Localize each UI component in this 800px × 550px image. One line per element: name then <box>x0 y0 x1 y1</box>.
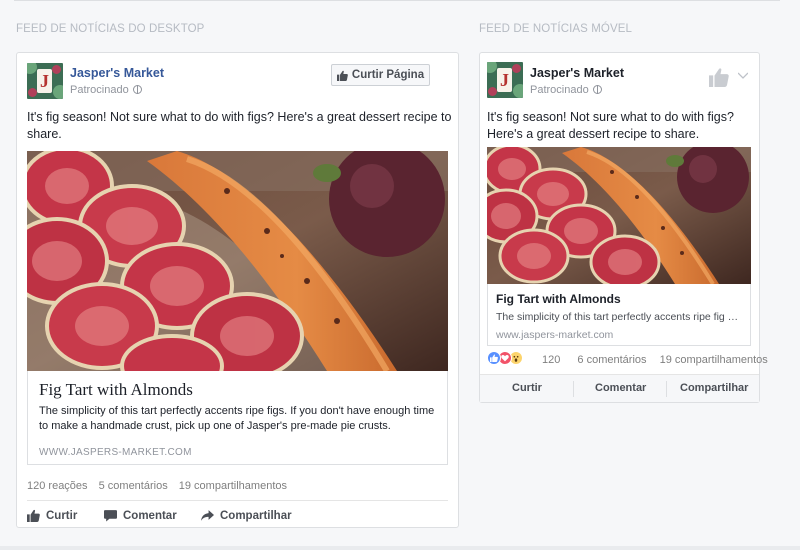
top-divider <box>14 0 780 1</box>
link-description: The simplicity of this tart perfectly ac… <box>39 405 435 432</box>
link-image[interactable] <box>487 147 751 284</box>
like-label: Curtir <box>46 509 78 522</box>
bottom-divider <box>0 546 800 550</box>
link-image[interactable] <box>27 151 448 371</box>
comment-button[interactable]: Comentar <box>104 509 177 522</box>
share-button[interactable]: Compartilhar <box>680 382 748 394</box>
shares-count[interactable]: 19 compartilhamentos <box>179 480 287 492</box>
mobile-actions-bar: Curtir Comentar Compartilhar <box>480 374 759 402</box>
sponsored-text: Patrocinado <box>70 84 129 96</box>
sponsored-label: Patrocinado <box>530 84 602 96</box>
post-stats: 120 6 comentários 19 compartilhamentos <box>542 354 776 366</box>
link-description: The simplicity of this tart perfectly ac… <box>496 311 739 323</box>
comment-button[interactable]: Comentar <box>595 382 646 394</box>
comment-label: Comentar <box>123 509 177 522</box>
page-avatar[interactable]: J <box>487 62 523 98</box>
desktop-feed-label: FEED DE NOTÍCIAS DO DESKTOP <box>16 23 205 35</box>
link-preview[interactable]: Fig Tart with Almonds The simplicity of … <box>27 371 448 465</box>
mobile-feed-label: FEED DE NOTÍCIAS MÓVEL <box>479 23 633 35</box>
thumbs-up-icon[interactable] <box>709 67 729 87</box>
page-name-link[interactable]: Jasper's Market <box>530 66 624 80</box>
link-title[interactable]: Fig Tart with Almonds <box>39 380 193 400</box>
post-text: It's fig season! Not sure what to do wit… <box>27 110 452 141</box>
link-domain: www.jaspers-market.com <box>496 329 614 341</box>
share-button[interactable]: Compartilhar <box>201 509 292 522</box>
chevron-down-icon[interactable] <box>737 67 749 79</box>
post-stats: 120 reações 5 comentários 19 compartilha… <box>27 480 295 492</box>
like-page-button[interactable]: Curtir Página <box>331 64 430 86</box>
comments-count[interactable]: 5 comentários <box>99 480 168 492</box>
thumbs-up-icon <box>336 70 348 81</box>
actions-separator <box>573 381 574 397</box>
page-name-link[interactable]: Jasper's Market <box>70 66 164 80</box>
actions-divider <box>27 500 448 501</box>
thumbs-up-icon <box>27 509 40 522</box>
comment-icon <box>104 509 117 522</box>
desktop-post-card: J Jasper's Market Patrocinado Curtir Pág… <box>16 52 459 528</box>
link-title[interactable]: Fig Tart with Almonds <box>496 292 621 306</box>
link-preview[interactable]: Fig Tart with Almonds The simplicity of … <box>487 284 751 346</box>
like-button[interactable]: Curtir <box>512 382 542 394</box>
like-reaction-icon <box>487 351 501 365</box>
reactions-count[interactable]: 120 <box>542 354 560 366</box>
actions-separator <box>666 381 667 397</box>
mobile-post-card: J Jasper's Market Patrocinado It's fig s… <box>479 52 768 403</box>
link-domain: WWW.JASPERS-MARKET.COM <box>39 447 192 458</box>
like-page-label: Curtir Página <box>351 69 425 81</box>
reaction-icons[interactable] <box>487 351 537 367</box>
share-label: Compartilhar <box>220 509 292 522</box>
sponsored-text: Patrocinado <box>530 84 589 96</box>
globe-icon <box>132 85 142 94</box>
share-arrow-icon <box>201 509 214 522</box>
shares-count[interactable]: 19 compartilhamentos <box>660 354 768 366</box>
comments-count[interactable]: 6 comentários <box>577 354 646 366</box>
globe-icon <box>592 85 602 94</box>
reactions-count[interactable]: 120 reações <box>27 480 88 492</box>
sponsored-label: Patrocinado <box>70 84 142 96</box>
like-button[interactable]: Curtir <box>27 509 77 522</box>
page-avatar[interactable]: J <box>27 63 63 99</box>
post-text: It's fig season! Not sure what to do wit… <box>487 110 734 141</box>
